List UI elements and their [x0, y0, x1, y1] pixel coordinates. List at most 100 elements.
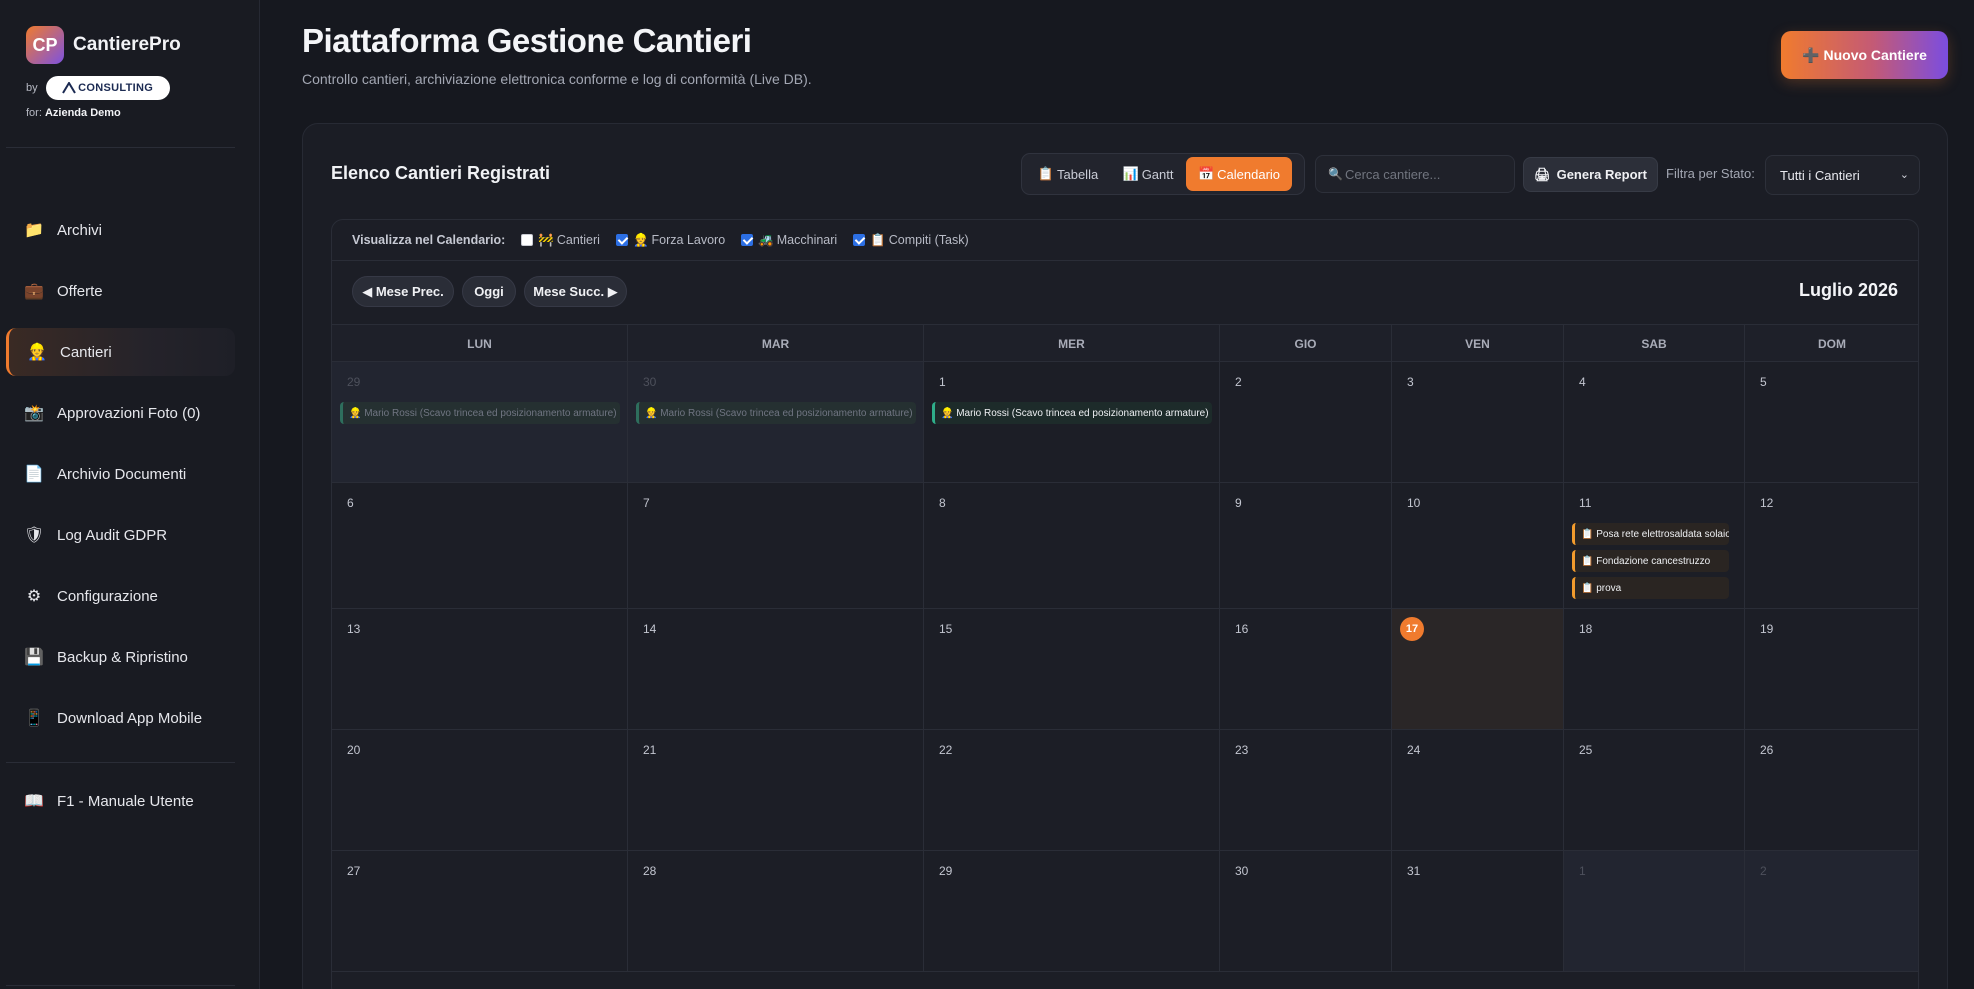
task-event[interactable]: 📋 prova [1572, 577, 1729, 599]
sidebar-item-download-app-mobile[interactable]: 📱 Download App Mobile [6, 694, 235, 742]
sidebar-divider [6, 147, 235, 148]
calendar-day[interactable]: 13 [332, 609, 628, 730]
calendar-day[interactable]: 5 [1745, 362, 1918, 483]
workforce-event[interactable]: 👷 Mario Rossi (Scavo trincea ed posizion… [636, 402, 916, 424]
calendar-day[interactable]: 23 [1220, 730, 1392, 851]
task-event[interactable]: 📋 Posa rete elettrosaldata solaio [1572, 523, 1729, 545]
status-filter-label: Filtra per Stato: [1666, 166, 1755, 181]
view-tabella-tab[interactable]: 📋 Tabella [1026, 157, 1110, 191]
calendar-day[interactable]: 19 [1745, 609, 1918, 730]
sidebar-item-configurazione[interactable]: ⚙ Configurazione [6, 572, 235, 620]
sidebar-item-log-audit-gdpr[interactable]: 🛡 Log Audit GDPR [6, 511, 235, 559]
calendar-day[interactable]: 2 [1745, 851, 1918, 972]
calendar-nav: ◀ Mese Prec. Oggi Mese Succ. ▶ [352, 276, 635, 307]
filter-icon: 👷 [632, 232, 649, 247]
filter-macchinari-checkbox[interactable]: 🚜 Macchinari [741, 233, 837, 248]
calendar-day[interactable]: 10 [1392, 483, 1564, 609]
calendar-day[interactable]: 18 [1564, 609, 1745, 730]
brand[interactable]: CP CantierePro [26, 26, 181, 64]
partner-mark-icon [62, 82, 77, 94]
calendar-day-today[interactable]: 17 [1392, 609, 1564, 730]
sidebar-divider [6, 985, 235, 986]
view-icon: 📋 [1037, 166, 1054, 181]
calendar-day[interactable]: 11 📋 Posa rete elettrosaldata solaio 📋 Fon… [1564, 483, 1745, 609]
day-number: 1 [1579, 864, 1586, 878]
calendar-day[interactable]: 6 [332, 483, 628, 609]
calendar-day[interactable]: 8 [924, 483, 1220, 609]
search-input[interactable] [1344, 166, 1505, 182]
calendar-day[interactable]: 2 [1220, 362, 1392, 483]
book-icon: 📖 [24, 793, 44, 810]
calendar-day[interactable]: 4 [1564, 362, 1745, 483]
filter-compiti-task-checkbox[interactable]: 📋 Compiti (Task) [853, 233, 969, 248]
weekday-mer: MER [924, 325, 1220, 363]
sidebar: CP CantierePro by CONSULTING for: Aziend… [0, 0, 260, 989]
sidebar-item-archivio-documenti[interactable]: 📄 Archivio Documenti [6, 450, 235, 498]
calendar-day[interactable]: 29 [924, 851, 1220, 972]
generate-report-button[interactable]: 🖨 Genera Report [1523, 157, 1658, 192]
view-calendario-tab[interactable]: 📅 Calendario [1186, 157, 1292, 191]
calendar-day[interactable]: 28 [628, 851, 924, 972]
checkbox[interactable] [853, 234, 866, 246]
view-icon: 📊 [1122, 166, 1139, 181]
calendar-filters: Visualizza nel Calendario: 🚧 Cantieri 👷 For… [332, 220, 1918, 261]
filter-cantieri-checkbox[interactable]: 🚧 Cantieri [521, 233, 600, 248]
calendar-day[interactable]: 7 [628, 483, 924, 609]
workforce-event[interactable]: 👷 Mario Rossi (Scavo trincea ed posizion… [932, 402, 1212, 424]
calendar-day[interactable]: 30 👷 Mario Rossi (Scavo trincea ed posizi… [628, 362, 924, 483]
sidebar-item-manual[interactable]: 📖 F1 - Manuale Utente [6, 777, 235, 825]
next-month-button[interactable]: Mese Succ. ▶ [524, 276, 627, 307]
calendar-day[interactable]: 22 [924, 730, 1220, 851]
sidebar-item-backup-ripristino[interactable]: 💾 Backup & Ripristino [6, 633, 235, 681]
task-event[interactable]: 📋 Fondazione cancestruzzo [1572, 550, 1729, 572]
calendar-day[interactable]: 16 [1220, 609, 1392, 730]
calendar-day[interactable]: 21 [628, 730, 924, 851]
search-box[interactable]: 🔍 [1315, 155, 1515, 193]
sidebar-item-label: Backup & Ripristino [57, 648, 188, 666]
workforce-event[interactable]: 👷 Mario Rossi (Scavo trincea ed posizion… [340, 402, 620, 424]
partner-logo-text: CONSULTING [78, 82, 154, 94]
calendar-day[interactable]: 12 [1745, 483, 1918, 609]
floppy-icon: 💾 [24, 649, 44, 666]
new-site-label: Nuovo Cantiere [1823, 47, 1927, 63]
calendar-day[interactable]: 14 [628, 609, 924, 730]
calendar-day[interactable]: 27 [332, 851, 628, 972]
calendar-day[interactable]: 1 👷 Mario Rossi (Scavo trincea ed posizio… [924, 362, 1220, 483]
calendar-day[interactable]: 20 [332, 730, 628, 851]
day-number: 2 [1235, 375, 1242, 389]
calendar-filters-label: Visualizza nel Calendario: [352, 233, 506, 247]
sidebar-item-offerte[interactable]: 💼 Offerte [6, 267, 235, 315]
prev-month-button[interactable]: ◀ Mese Prec. [352, 276, 454, 307]
calendar-day[interactable]: 30 [1220, 851, 1392, 972]
sidebar-item-cantieri[interactable]: 👷 Cantieri [6, 328, 235, 376]
day-number: 2 [1760, 864, 1767, 878]
filter-forza-lavoro-checkbox[interactable]: 👷 Forza Lavoro [615, 232, 725, 248]
calendar-day[interactable]: 15 [924, 609, 1220, 730]
weekday-mar: MAR [628, 325, 924, 363]
day-number: 19 [1760, 622, 1774, 636]
calendar-day[interactable]: 25 [1564, 730, 1745, 851]
weekday-ven: VEN [1392, 325, 1564, 363]
day-number: 31 [1407, 864, 1421, 878]
calendar-day[interactable]: 24 [1392, 730, 1564, 851]
sidebar-item-approvazioni-foto-0[interactable]: 📸 Approvazioni Foto (0) [6, 389, 235, 437]
calendar-day[interactable]: 1 [1564, 851, 1745, 972]
calendar-day[interactable]: 3 [1392, 362, 1564, 483]
today-button[interactable]: Oggi [462, 276, 516, 307]
sidebar-item-archivi[interactable]: 📁 Archivi [6, 206, 235, 254]
day-number: 30 [1235, 864, 1249, 878]
new-site-button[interactable]: ➕ Nuovo Cantiere [1781, 31, 1948, 79]
checkbox[interactable] [521, 234, 534, 246]
checkbox[interactable] [615, 234, 628, 246]
day-number: 20 [347, 743, 361, 757]
calendar-day[interactable]: 9 [1220, 483, 1392, 609]
calendar-day[interactable]: 29 👷 Mario Rossi (Scavo trincea ed posizi… [332, 362, 628, 483]
calendar-day[interactable]: 26 [1745, 730, 1918, 851]
company-name: Azienda Demo [44, 107, 121, 119]
calendar-day[interactable]: 31 [1392, 851, 1564, 972]
view-gantt-tab[interactable]: 📊 Gantt [1110, 157, 1186, 191]
status-filter-select[interactable]: Tutti i Cantieri ⌄ [1765, 155, 1920, 195]
view-icon: 📅 [1197, 166, 1215, 181]
day-number: 18 [1579, 622, 1593, 636]
checkbox[interactable] [741, 234, 754, 246]
